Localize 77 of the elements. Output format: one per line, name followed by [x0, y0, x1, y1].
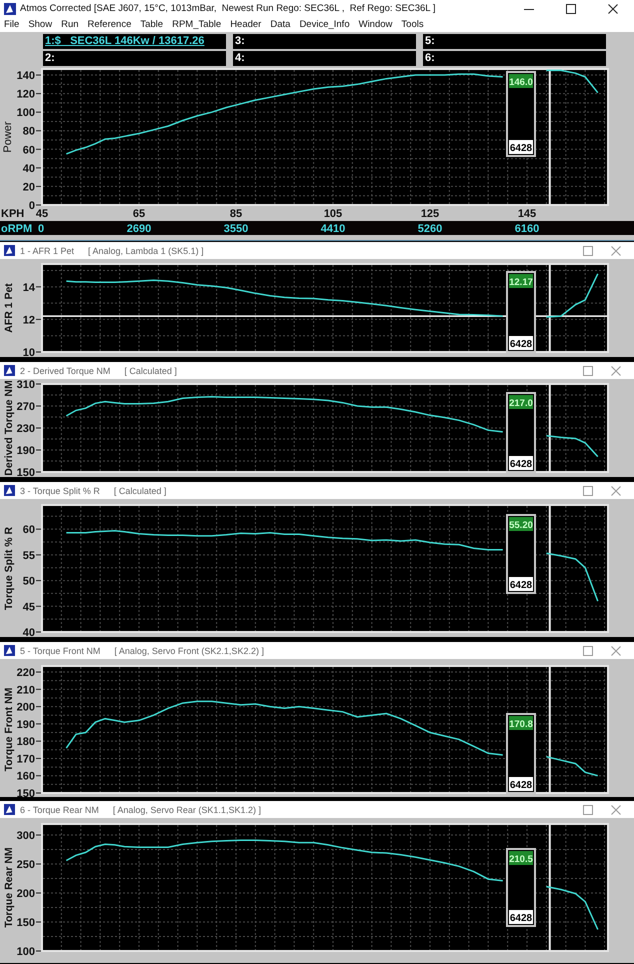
axis-tick-label: 200: [16, 888, 35, 900]
axis-tick-label: 150: [16, 788, 35, 797]
axis-tick-label: 2690: [126, 223, 152, 235]
axis-tick-label: 150: [16, 917, 35, 929]
axis-tick-label: 300: [16, 830, 35, 842]
axis-title: AFR 1 Pet: [3, 283, 15, 333]
source-label: [ Calculated ]: [114, 486, 166, 496]
source-label: [ Calculated ]: [124, 366, 177, 376]
value-readout: 146.0: [509, 74, 533, 88]
axis-tick-label: 200: [16, 702, 35, 714]
source-label: [ Analog, Servo Front (SK2.1,SK2.2) ]: [114, 646, 264, 656]
axis-title: oRPM: [1, 223, 32, 235]
axis-tick-label: 160: [16, 770, 35, 783]
axis-tick-label: 220: [16, 667, 35, 680]
axis-tick-label: 105: [324, 208, 342, 220]
axis-tick-label: 60: [22, 524, 35, 536]
axis-tick-label: 5260: [418, 223, 442, 235]
axis-tick-label: 120: [16, 88, 35, 101]
axis-tick-label: 12: [22, 314, 35, 326]
value-readout: 217.0: [509, 395, 533, 409]
rpm-readout: 6428: [509, 456, 533, 470]
axis-tick-label: 20: [22, 181, 35, 194]
axis-title: KPH: [1, 208, 24, 220]
axis-tick-label: 40: [22, 162, 35, 175]
rpm-readout: 6428: [509, 577, 533, 591]
axis-tick-label: 60: [22, 144, 35, 156]
axis-tick-label: 40: [22, 627, 35, 637]
axis-tick-label: 145: [518, 208, 536, 220]
value-readout: 55.20: [509, 517, 533, 531]
value-readout: 12.17: [509, 274, 533, 288]
window-title: 5 - Torque Front NM: [20, 646, 100, 656]
axis-tick-label: 190: [16, 445, 35, 457]
window-title: 2 - Derived Torque NM: [20, 366, 110, 376]
axis-tick-label: 0: [28, 200, 35, 212]
axis-tick-label: 125: [420, 208, 440, 220]
axis-tick-label: 6160: [514, 223, 540, 235]
axis-tick-label: 80: [22, 126, 35, 138]
axis-tick-label: 0: [38, 223, 44, 235]
axis-title: Derived Torque NM: [3, 380, 15, 476]
axis-tick-label: 65: [132, 208, 146, 220]
axis-tick-label: 150: [16, 467, 35, 477]
window-title: 3 - Torque Split % R: [20, 486, 100, 496]
rpm-readout: 6428: [509, 910, 533, 924]
value-readout: 210.5: [509, 851, 533, 865]
axis-tick-label: 10: [22, 347, 35, 357]
value-readout: 170.8: [509, 716, 533, 730]
axis-tick-label: 230: [16, 423, 35, 435]
axis-tick-label: 55: [22, 550, 35, 562]
axis-tick-label: 210: [16, 684, 35, 696]
axis-tick-label: 140: [16, 70, 35, 82]
axis-tick-label: 250: [16, 859, 35, 872]
window-title: 1 - AFR 1 Pet: [20, 246, 74, 256]
window-title: Atmos Corrected [SAE J607, 15°C, 1013mBar, Newest Run Rego: SEC36L , Ref Rego: SEC36L ]: [20, 3, 436, 14]
axis-title: Torque Split % R: [3, 526, 15, 610]
axis-tick-label: 14: [22, 282, 35, 294]
axis-tick-label: 3550: [224, 223, 248, 235]
rpm-readout: 6428: [509, 140, 533, 154]
axis-tick-label: 310: [16, 379, 35, 391]
axis-title: Power: [2, 121, 14, 153]
source-label: [ Analog, Servo Rear (SK1.1,SK1.2) ]: [112, 804, 261, 814]
window-title: 6 - Torque Rear NM: [20, 804, 99, 814]
rpm-readout: 6428: [509, 777, 533, 791]
axis-tick-label: 50: [22, 576, 35, 588]
source-label: [ Analog, Lambda 1 (SK5.1) ]: [88, 246, 204, 256]
axis-tick-label: 45: [36, 208, 48, 220]
axis-tick-label: 100: [16, 946, 35, 958]
axis-tick-label: 85: [230, 208, 242, 220]
axis-tick-label: 170: [16, 753, 35, 766]
axis-tick-label: 190: [16, 718, 35, 731]
axis-tick-label: 45: [22, 601, 35, 614]
axis-title: Torque Rear NM: [3, 847, 15, 928]
axis-tick-label: 180: [16, 736, 35, 748]
axis-title: Torque Front NM: [3, 688, 15, 772]
axis-tick-label: 270: [16, 401, 35, 413]
axis-tick-label: 4410: [320, 223, 346, 235]
rpm-readout: 6428: [509, 336, 533, 350]
axis-tick-label: 100: [16, 107, 35, 120]
